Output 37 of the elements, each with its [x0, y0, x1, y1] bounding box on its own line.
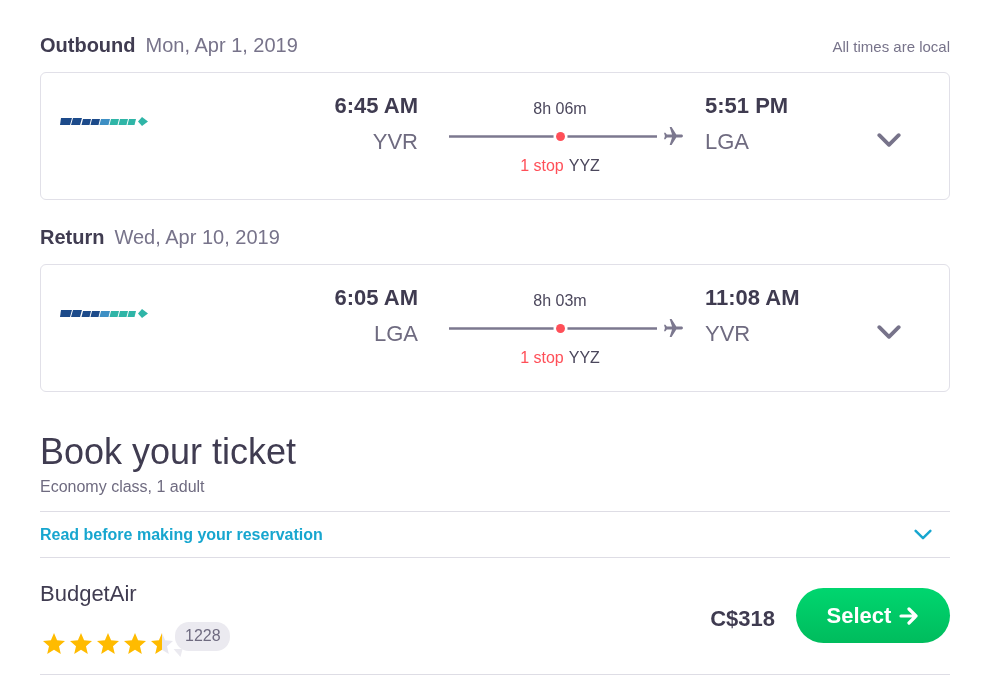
travel-class: Economy class, 1 adult — [40, 477, 205, 497]
leg-date: Wed, Apr 10, 2019 — [114, 225, 280, 250]
chevron-icon[interactable] — [914, 529, 932, 540]
star-icon — [43, 633, 65, 654]
departure-time: 6:05 AM — [334, 284, 418, 312]
stop-airport: YYZ — [568, 348, 600, 368]
departure-time: 6:45 AM — [334, 92, 418, 120]
departure-airport: LGA — [373, 320, 418, 348]
chevron-icon[interactable] — [877, 325, 901, 339]
chevron-icon[interactable] — [877, 133, 901, 147]
arrival-time: 11:08 AM — [705, 284, 800, 312]
plane-icon — [664, 126, 683, 146]
star-icon — [151, 633, 173, 654]
price: C$318 — [710, 606, 775, 632]
leg-label: Outbound — [40, 33, 136, 58]
arrival-airport: LGA — [705, 128, 750, 156]
arrival-airport: YVR — [705, 320, 751, 348]
leg-date: Mon, Apr 1, 2019 — [145, 33, 298, 58]
plane-icon — [664, 318, 683, 338]
stop-count: 1 stop — [520, 348, 564, 368]
star-icon — [124, 633, 146, 654]
section-title: Book your ticket — [40, 431, 297, 473]
stop-airport: YYZ — [568, 156, 600, 176]
departure-airport: YVR — [372, 128, 418, 156]
flight-duration: 8h 03m — [533, 291, 587, 311]
arrival-time: 5:51 PM — [705, 92, 789, 120]
leg-label: Return — [40, 225, 105, 250]
stop-count: 1 stop — [520, 156, 564, 176]
arrow-right-icon — [899, 606, 920, 625]
timezone-note: All times are local — [832, 37, 950, 57]
star-icon — [70, 633, 92, 654]
provider-name: BudgetAir — [40, 580, 137, 608]
reservation-notice-link[interactable]: Read before making your reservation — [40, 525, 323, 544]
star-icon — [97, 633, 119, 654]
flight-duration: 8h 06m — [533, 99, 587, 119]
review-count: 1228 — [175, 622, 230, 657]
select-button[interactable]: Select — [796, 588, 950, 643]
